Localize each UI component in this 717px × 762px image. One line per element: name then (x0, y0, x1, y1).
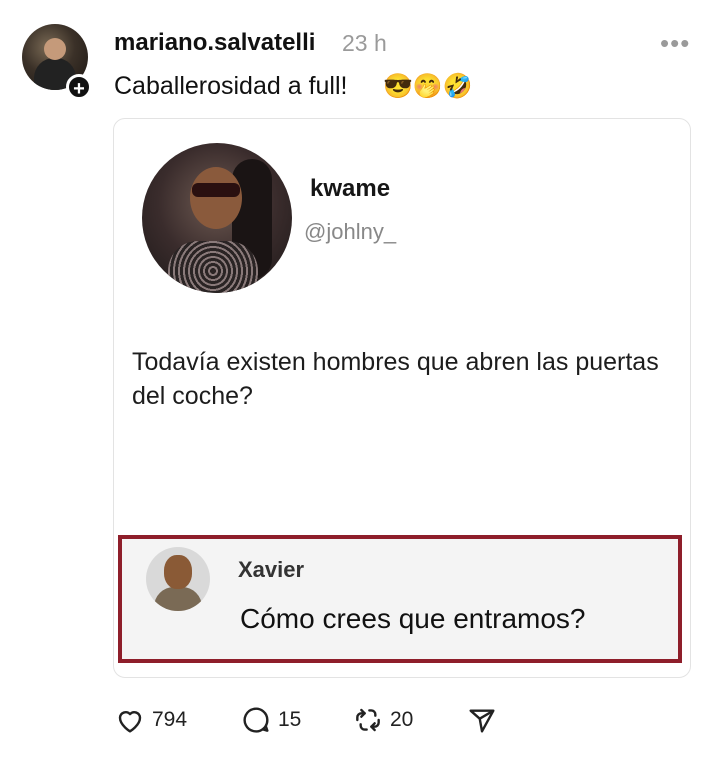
photo-face (190, 167, 242, 229)
author-username[interactable]: mariano.salvatelli (114, 29, 315, 57)
embedded-post-text: Todavía existen hombres que abren las pu… (132, 348, 659, 410)
reply-author-name: Xavier (238, 557, 305, 582)
embedded-image-card[interactable]: kwame @johlny_ Todavía existen hombres q… (113, 118, 691, 678)
photo-sunglasses (192, 183, 240, 197)
photo-dress (168, 241, 258, 293)
reply-text: Cómo crees que entramos? (240, 603, 586, 634)
repost-icon (356, 708, 380, 732)
like-count: 794 (152, 708, 188, 731)
avatar-figure-head (44, 38, 66, 60)
send-icon (469, 709, 495, 733)
reply-avatar-face (164, 555, 192, 589)
post-timestamp: 23 h (342, 30, 387, 56)
heart-icon (118, 711, 142, 733)
embedded-reply-box: Xavier Cómo crees que entramos? (118, 535, 682, 663)
caption-emojis: 😎🤭🤣 (383, 73, 473, 100)
post-caption: Caballerosidad a full! (114, 72, 348, 100)
comment-button[interactable]: 15 (240, 704, 301, 736)
embedded-handle: @johlny_ (304, 219, 397, 244)
embedded-profile-photo (142, 143, 292, 293)
more-options-icon[interactable]: ••• (660, 28, 690, 59)
follow-plus-icon[interactable]: + (66, 74, 92, 100)
reply-avatar (146, 547, 210, 611)
repost-count: 20 (390, 708, 414, 731)
comment-icon (243, 707, 269, 733)
embedded-display-name: kwame (310, 175, 391, 202)
reply-avatar-shirt (154, 587, 202, 611)
like-button[interactable]: 794 (114, 704, 187, 736)
share-button[interactable] (466, 704, 498, 736)
comment-count: 15 (278, 708, 302, 731)
repost-button[interactable]: 20 (352, 704, 413, 736)
